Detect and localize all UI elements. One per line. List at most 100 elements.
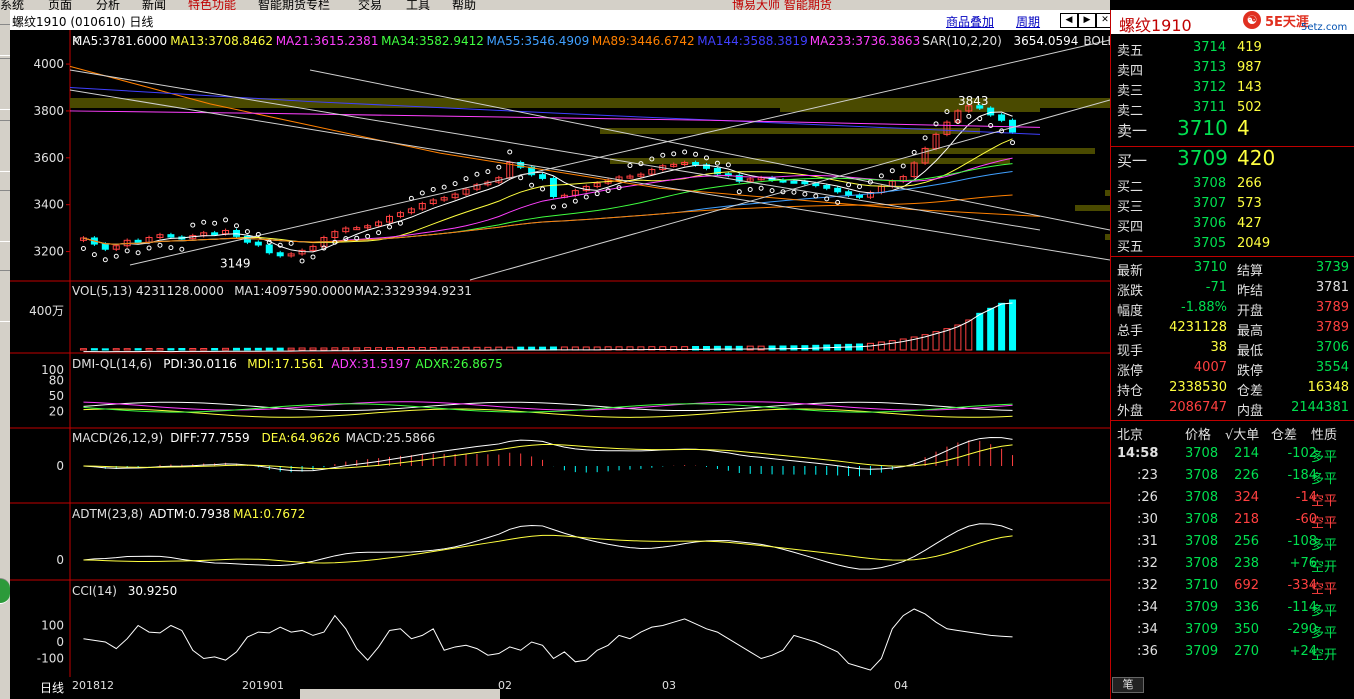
- right-arrow-icon[interactable]: ▶: [1078, 13, 1096, 28]
- vol-legend-item: VOL(5,13) 4231128.0000: [72, 284, 224, 298]
- candle-body: [987, 107, 995, 116]
- volume-bar: [998, 302, 1006, 351]
- tick-row[interactable]: :34 3709 350 -290 多平: [1111, 620, 1354, 641]
- k-legend-item: 3654.0594: [1014, 34, 1079, 48]
- sar-dot: [91, 252, 97, 258]
- adtm-tick-label: 0: [56, 553, 64, 567]
- menu-item[interactable]: 智能期货专栏: [258, 0, 330, 10]
- volume-bar: [965, 319, 973, 351]
- adtm-line: [83, 523, 1013, 570]
- bid-volume: 2049: [1237, 236, 1271, 251]
- tick-row[interactable]: :23 3708 226 -184 多平: [1111, 466, 1354, 487]
- menu-item[interactable]: 工具: [406, 0, 430, 10]
- menu-item[interactable]: 系统: [0, 0, 24, 10]
- tick-row[interactable]: :32 3708 238 +76 空开: [1111, 554, 1354, 575]
- ask-row[interactable]: 卖一 3710 4: [1111, 116, 1354, 140]
- stat-value: -71: [1205, 280, 1227, 295]
- tick-row[interactable]: :32 3710 692 -334 空平: [1111, 576, 1354, 597]
- volume-bar: [156, 348, 164, 351]
- volume-bar: [462, 346, 470, 351]
- ask-row[interactable]: 卖二 3711 502: [1111, 98, 1354, 119]
- bid-row[interactable]: 买二 3708 266: [1111, 174, 1354, 195]
- stat-value: 2086747: [1169, 400, 1227, 415]
- volume-bar: [801, 345, 809, 351]
- logo: ☯ 5E天涯 5etz.com: [1241, 10, 1353, 34]
- bid-price: 3707: [1193, 196, 1227, 211]
- left-arrow-icon[interactable]: ◀: [1060, 13, 1078, 28]
- adtm-legend-item: ADTM(23,8): [72, 507, 143, 521]
- k-legend-item: BOLL(26,2): [1083, 34, 1110, 48]
- rail-tab[interactable]: [0, 270, 10, 322]
- bid-row[interactable]: 买四 3706 427: [1111, 214, 1354, 235]
- sar-dot: [507, 149, 513, 155]
- volume-bar: [342, 347, 350, 351]
- volume-bar: [90, 348, 98, 351]
- ask-label: 卖五: [1117, 44, 1144, 59]
- tick-row[interactable]: :30 3708 218 -60 空平: [1111, 510, 1354, 531]
- tick-price: 3708: [1185, 446, 1219, 461]
- candle-body: [134, 239, 142, 243]
- ask-row[interactable]: 卖五 3714 419: [1111, 38, 1354, 59]
- menu-item[interactable]: 新闻: [142, 0, 166, 10]
- stat-row: 最新 3710 结算 3739: [1111, 258, 1354, 279]
- tick-tab[interactable]: 笔: [1112, 677, 1144, 693]
- tick-price: 3708: [1185, 556, 1219, 571]
- rail-tab[interactable]: [0, 120, 10, 172]
- sar-dot: [846, 182, 852, 188]
- stat-value: 3554: [1315, 360, 1349, 375]
- rail-tab[interactable]: [0, 190, 10, 242]
- bid-volume: 573: [1237, 196, 1262, 211]
- volume-bar: [943, 328, 951, 351]
- overlay-link[interactable]: 商品叠加: [946, 13, 994, 30]
- sar-dot: [540, 186, 546, 192]
- ask-row[interactable]: 卖四 3713 987: [1111, 58, 1354, 79]
- rail-tab[interactable]: [0, 24, 10, 56]
- adtm-legend-item: MA1:0.7672: [233, 507, 305, 521]
- volume-bar: [451, 346, 459, 351]
- left-toolbar-rail: [0, 10, 10, 699]
- stat-label: 昨结: [1237, 284, 1264, 299]
- sar-dot: [518, 175, 524, 181]
- bid-row[interactable]: 买一 3709 420: [1111, 146, 1354, 170]
- menu-item[interactable]: 页面: [48, 0, 72, 10]
- tick-row[interactable]: :36 3709 270 +24 空开: [1111, 642, 1354, 663]
- sar-dot: [365, 233, 371, 239]
- volume-bar: [331, 347, 339, 351]
- volume-bar: [364, 347, 372, 351]
- candle-body: [998, 114, 1006, 121]
- tick-time: :26: [1137, 490, 1158, 505]
- tick-header: 北京 价格 √大单 仓差 性质: [1111, 422, 1354, 443]
- macd-tick-label: 0: [56, 459, 64, 473]
- menu-item[interactable]: 分析: [96, 0, 120, 10]
- ask-row[interactable]: 卖三 3712 143: [1111, 78, 1354, 99]
- divider: [1111, 256, 1354, 257]
- bid-row[interactable]: 买五 3705 2049: [1111, 234, 1354, 255]
- k-legend-item: SAR(10,2,20): [922, 34, 1002, 48]
- chart-area[interactable]: MA5:3781.6000 MA13:3708.8462 MA21:3615.238…: [10, 30, 1110, 677]
- tick-row[interactable]: :31 3708 256 -108 多平: [1111, 532, 1354, 553]
- bid-row[interactable]: 买三 3707 573: [1111, 194, 1354, 215]
- stat-label: 外盘: [1117, 404, 1144, 419]
- macd-legend-item: DEA:64.9626: [262, 431, 341, 445]
- tick-price: 3710: [1185, 578, 1219, 593]
- adtm-legend-item: ADTM:0.7938: [149, 507, 230, 521]
- menu-item[interactable]: 交易: [358, 0, 382, 10]
- bid-price: 3709: [1177, 146, 1228, 170]
- tick-row[interactable]: :34 3709 336 -114 多平: [1111, 598, 1354, 619]
- rail-tab[interactable]: [0, 58, 10, 110]
- candle-body: [856, 194, 864, 198]
- tick-row[interactable]: 14:58 3708 214 -102 多平: [1111, 444, 1354, 465]
- volume-bar: [287, 347, 295, 351]
- dmi-line: [83, 403, 1013, 413]
- tick-row[interactable]: :26 3708 324 -14 空平: [1111, 488, 1354, 509]
- menu-item[interactable]: 帮助: [452, 0, 476, 10]
- menu-item[interactable]: 特色功能: [188, 0, 236, 10]
- tick-nature: 空开: [1311, 648, 1338, 663]
- sar-dot: [397, 220, 403, 226]
- stat-value: 2144381: [1291, 400, 1349, 415]
- sar-dot: [485, 169, 491, 175]
- period-link[interactable]: 周期: [1016, 13, 1040, 30]
- tick-time: :32: [1137, 556, 1158, 571]
- status-indicator-icon[interactable]: [0, 578, 10, 604]
- tick-volume: 256: [1234, 534, 1259, 549]
